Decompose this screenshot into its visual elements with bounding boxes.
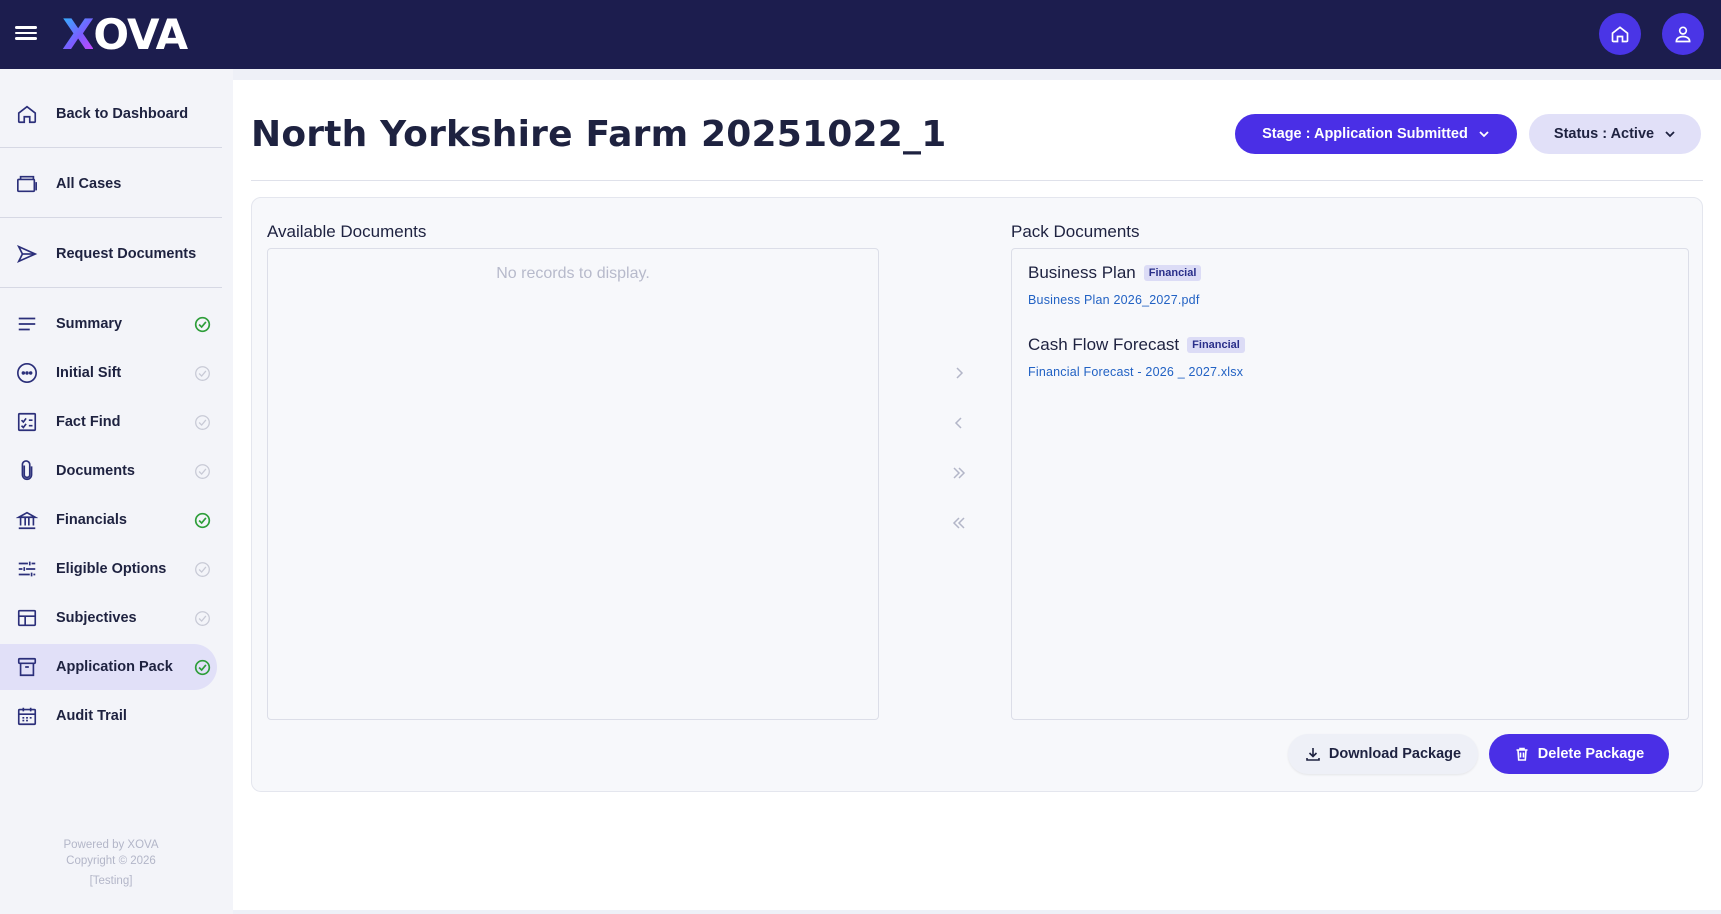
sidebar-item-label: Subjectives	[56, 610, 137, 626]
trash-icon	[1516, 747, 1528, 761]
top-bar: X OVA	[0, 0, 1721, 69]
document-file-link[interactable]: Financial Forecast - 2026 _ 2027.xlsx	[1028, 365, 1243, 379]
calendar-icon	[15, 704, 39, 728]
sidebar-item-label: Financials	[56, 512, 127, 528]
list-item-title[interactable]: Cash Flow Forecast Financial	[1028, 335, 1245, 355]
sidebar-item-application-pack[interactable]: Application Pack	[0, 644, 217, 690]
download-label: Download Package	[1328, 746, 1462, 762]
stage-dropdown[interactable]: Stage : Application Submitted	[1235, 114, 1517, 154]
divider	[0, 287, 222, 288]
sidebar-item-label: Eligible Options	[56, 561, 167, 577]
document-file-link[interactable]: Business Plan 2026_2027.pdf	[1028, 293, 1200, 307]
main-panel: North Yorkshire Farm 20251022_1 Stage : …	[233, 80, 1721, 910]
status-label: Status : Active	[1553, 126, 1655, 142]
chevron-right-icon[interactable]	[947, 361, 971, 385]
sidebar-item-financials[interactable]: Financials	[0, 497, 222, 543]
list-item-title[interactable]: Business Plan Financial	[1028, 263, 1202, 283]
chevron-left-icon[interactable]	[947, 411, 971, 435]
home-outline-icon	[15, 102, 39, 126]
home-icon[interactable]	[1599, 13, 1641, 55]
sidebar-item-label: Audit Trail	[56, 708, 127, 724]
dots-circle-icon	[15, 361, 39, 385]
divider	[0, 147, 222, 148]
download-icon	[1306, 748, 1320, 761]
download-package-button[interactable]: Download Package	[1288, 734, 1478, 774]
check-circle-icon	[195, 414, 210, 430]
sidebar-item-subjectives[interactable]: Subjectives	[0, 595, 222, 641]
stage-label: Stage : Application Submitted	[1262, 126, 1468, 142]
title-divider	[251, 180, 1703, 181]
check-circle-icon	[195, 561, 210, 577]
sidebar-item-label: Request Documents	[56, 246, 197, 262]
sidebar-item-label: Back to Dashboard	[56, 106, 189, 122]
check-circle-icon	[194, 659, 211, 675]
sidebar-item-back-to-dashboard[interactable]: Back to Dashboard	[0, 91, 222, 137]
bank-icon	[15, 508, 39, 532]
copyright-text: Copyright © 2026	[66, 855, 156, 867]
sidebar-item-all-cases[interactable]: All Cases	[0, 161, 222, 207]
check-circle-icon	[194, 316, 211, 332]
user-icon[interactable]	[1662, 13, 1704, 55]
hamburger-icon[interactable]	[15, 23, 37, 45]
check-circle-icon	[195, 463, 210, 479]
divider	[0, 217, 222, 218]
xova-logo[interactable]: X OVA	[62, 9, 188, 59]
sidebar-item-initial-sift[interactable]: Initial Sift	[0, 350, 222, 396]
send-icon	[15, 242, 39, 266]
double-chevron-right-icon[interactable]	[947, 461, 971, 485]
layout-icon	[15, 606, 39, 630]
pack-documents-title: Pack Documents	[1011, 222, 1140, 241]
check-circle-icon	[194, 512, 211, 528]
category-badge: Financial	[1143, 265, 1202, 281]
delete-package-button[interactable]: Delete Package	[1489, 734, 1669, 774]
sidebar-item-audit-trail[interactable]: Audit Trail	[0, 693, 222, 739]
logo-letter-x: X	[62, 9, 94, 59]
sidebar: Back to Dashboard All Cases Request Docu…	[0, 69, 233, 914]
powered-by-text: Powered by XOVA	[63, 839, 159, 851]
sidebar-item-label: Fact Find	[56, 414, 121, 430]
archive-icon	[15, 655, 39, 679]
document-name: Cash Flow Forecast	[1028, 335, 1180, 354]
briefcase-icon	[15, 172, 39, 196]
sidebar-item-fact-find[interactable]: Fact Find	[0, 399, 222, 445]
sliders-icon	[15, 557, 39, 581]
page-title: North Yorkshire Farm 20251022_1	[251, 114, 947, 155]
pick-list-card: Available Documents No records to displa…	[251, 197, 1703, 792]
list-icon	[15, 312, 39, 336]
sidebar-item-summary[interactable]: Summary	[0, 301, 222, 347]
check-circle-icon	[195, 610, 210, 626]
empty-message: No records to display.	[496, 265, 650, 282]
delete-label: Delete Package	[1537, 746, 1645, 762]
sidebar-item-eligible-options[interactable]: Eligible Options	[0, 546, 222, 592]
available-documents-title: Available Documents	[267, 222, 427, 241]
chevron-down-icon	[1479, 131, 1489, 138]
sidebar-item-request-documents[interactable]: Request Documents	[0, 231, 222, 277]
sidebar-item-label: Summary	[56, 316, 123, 332]
logo-text: OVA	[93, 9, 188, 59]
chevron-down-icon	[1665, 131, 1675, 138]
environment-label: [Testing]	[89, 875, 133, 887]
sidebar-item-label: Initial Sift	[56, 365, 122, 381]
sidebar-item-documents[interactable]: Documents	[0, 448, 222, 494]
sidebar-item-label: Documents	[56, 463, 135, 479]
sidebar-item-label: All Cases	[56, 176, 122, 192]
pack-documents-list[interactable]: Business Plan Financial Business Plan 202…	[1011, 248, 1689, 720]
check-circle-icon	[195, 365, 210, 381]
available-documents-list[interactable]: No records to display.	[267, 248, 879, 720]
paperclip-icon	[15, 459, 39, 483]
status-dropdown[interactable]: Status : Active	[1529, 114, 1701, 154]
document-name: Business Plan	[1028, 263, 1136, 282]
double-chevron-left-icon[interactable]	[947, 511, 971, 535]
category-badge: Financial	[1187, 337, 1245, 353]
checklist-icon	[15, 410, 39, 434]
sidebar-item-label: Application Pack	[56, 659, 173, 675]
